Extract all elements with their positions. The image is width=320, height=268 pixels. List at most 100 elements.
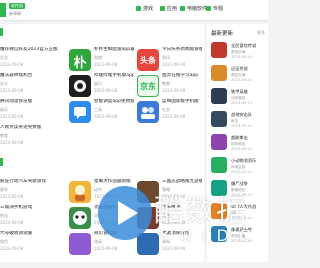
thumb-label: 京东 <box>140 82 156 91</box>
item-title[interactable]: 腾讯动漫会员版 <box>0 99 66 105</box>
sidebar-item-date: 2023-09-14 <box>231 124 252 128</box>
item-date: 2023-09-08 <box>162 114 186 119</box>
gamepad-icon <box>136 6 141 11</box>
item-title[interactable]: 推荐微信好友2023官方正版 <box>0 47 66 53</box>
sidebar-item-name[interactable]: 全民冒险传说 <box>231 43 269 48</box>
sidebar-item[interactable]: 远征传说 角色扮演 2023-09-14 <box>211 65 269 85</box>
app-thumbnail[interactable] <box>69 75 91 97</box>
nav-topics[interactable]: 专题 <box>206 5 223 12</box>
sidebar-title: 最新更新 <box>211 31 234 37</box>
brand-subtitle: 安卓网 <box>9 11 21 16</box>
item-date: 2023-09-08 <box>94 114 118 119</box>
play-triangle-icon <box>118 201 138 225</box>
sidebar-item[interactable]: 小动物消消乐 休闲益智 2023-09-14 <box>211 157 269 177</box>
item-title[interactable]: 疯狂行动汽车驾驶游戏 <box>0 179 66 185</box>
item-category: 资讯 <box>162 55 170 60</box>
game-thumbnail[interactable] <box>211 42 227 58</box>
app-grid-icon <box>160 6 165 11</box>
section-marker <box>0 158 3 166</box>
item-title[interactable]: 蓝莓国际版手机版 <box>162 99 202 105</box>
item-title[interactable]: 智能调度app免费版 <box>94 99 134 105</box>
item-title[interactable]: 魔法森林福利合 <box>0 73 66 79</box>
list-item[interactable]: 智能调度app免费版 工具 2023-09-08 <box>68 96 134 136</box>
sidebar-item-name[interactable]: 战地突击队 <box>231 112 269 117</box>
item-date: 2023-09-08 <box>162 88 186 93</box>
sidebar-item[interactable]: 战地突击队 射击 2023-09-14 <box>211 111 269 131</box>
item-title[interactable]: 图灵在线学习app <box>162 73 202 79</box>
item-date: 2023-09-08 <box>0 62 24 67</box>
folder-icon <box>206 6 211 11</box>
thumb-label: 头条 <box>140 56 156 65</box>
sidebar-item-category: 射击 <box>231 119 239 123</box>
item-title[interactable]: 哔哩哔哩手机版app <box>94 73 134 79</box>
item-title[interactable]: 人教点读英语免费版 <box>0 125 66 131</box>
tv-icon <box>74 80 86 92</box>
game-thumbnail[interactable] <box>211 88 227 104</box>
item-category: 工具 <box>94 107 102 112</box>
nav-games[interactable]: 游戏 <box>136 5 153 12</box>
sidebar-item-date: 2023-09-14 <box>231 101 252 105</box>
list-item[interactable]: 代号破晓测试服 角色 2023-09-08 <box>0 228 66 268</box>
sidebar-item-name[interactable]: 小动物消消乐 <box>231 158 269 163</box>
watermark: 酷数据 KUIDC <box>86 176 268 262</box>
nav-pc-software[interactable]: 电脑软件 <box>180 5 207 12</box>
item-category: 娱乐 <box>0 107 8 112</box>
sidebar-item[interactable]: 超能拳击 体育竞技 2023-09-14 <box>211 134 269 154</box>
item-title[interactable]: 今日头条新闻极速版 <box>162 47 202 53</box>
brand-badge: 软件园 <box>9 3 25 9</box>
nav-label: 电脑软件 <box>187 6 208 12</box>
sidebar-item-name[interactable]: 超能拳击 <box>231 135 269 140</box>
item-category: 射击 <box>0 213 8 218</box>
more-link[interactable]: 更多 <box>257 30 265 36</box>
item-date: 2023-09-08 <box>94 88 118 93</box>
item-category: 购物 <box>94 55 102 60</box>
item-category: 赛车 <box>0 187 8 192</box>
game-thumbnail[interactable] <box>211 157 227 173</box>
app-thumbnail[interactable]: 京东 <box>137 75 159 97</box>
item-date: 2023-09-08 <box>0 220 24 225</box>
nav-label: 应用 <box>167 6 178 12</box>
sidebar-item-category: 体育竞技 <box>231 142 246 146</box>
game-thumbnail[interactable] <box>211 111 227 127</box>
item-category: 社交 <box>162 107 170 112</box>
item-title[interactable]: 代号破晓测试服 <box>0 231 66 237</box>
item-category: 社交 <box>0 81 8 86</box>
app-thumbnail[interactable] <box>137 101 159 123</box>
app-thumbnail[interactable]: 头条 <box>137 49 159 71</box>
logo[interactable] <box>0 3 6 17</box>
item-category: 教育 <box>0 133 8 138</box>
item-title[interactable]: 朴朴生鲜配送app最新版本 <box>94 47 134 53</box>
chat-bubble-icon <box>74 107 86 119</box>
thumb-label: 朴 <box>73 56 87 71</box>
list-item[interactable]: 人教点读英语免费版 教育 2023-09-08 <box>0 122 66 162</box>
item-date: 2023-09-08 <box>0 140 24 145</box>
list-item[interactable]: 蓝莓国际版手机版 社交 2023-09-08 <box>136 96 202 136</box>
item-title[interactable]: 三角洲手机游戏 <box>0 205 66 211</box>
sidebar-item-name[interactable]: 铁甲英雄 <box>231 89 269 94</box>
app-thumbnail[interactable] <box>69 101 91 123</box>
sidebar-item-date: 2023-09-14 <box>231 147 252 151</box>
item-category: 社交 <box>0 55 8 60</box>
item-category: 角色 <box>0 239 8 244</box>
item-date: 2023-09-08 <box>94 62 118 67</box>
app-thumbnail[interactable]: 朴 <box>69 49 91 71</box>
item-date: 2023-09-08 <box>0 114 24 119</box>
nav-apps[interactable]: 应用 <box>160 5 177 12</box>
game-thumbnail[interactable] <box>211 65 227 81</box>
sidebar-item[interactable]: 全民冒险传说 角色扮演 2023-09-14 <box>211 42 269 62</box>
watermark-text: 酷数据 <box>154 194 247 229</box>
people-icon <box>141 107 155 119</box>
watermark-subtext: KUIDC <box>160 226 260 245</box>
item-date: 2023-09-08 <box>0 194 24 199</box>
sidebar-item-date: 2023-09-14 <box>231 78 252 82</box>
sidebar-item-name[interactable]: 远征传说 <box>231 66 269 71</box>
sidebar-item-category: 动作冒险 <box>231 96 246 100</box>
sidebar-item[interactable]: 铁甲英雄 动作冒险 2023-09-14 <box>211 88 269 108</box>
item-category: 教育 <box>162 81 170 86</box>
sidebar-item-date: 2023-09-14 <box>231 55 252 59</box>
top-bar: 软件园 安卓网 游戏 应用 电脑软件 专题 <box>0 0 268 21</box>
game-thumbnail[interactable] <box>211 134 227 150</box>
sidebar-item-category: 休闲益智 <box>231 165 246 169</box>
nav-label: 专题 <box>213 6 224 12</box>
item-date: 2023-09-08 <box>0 88 24 93</box>
